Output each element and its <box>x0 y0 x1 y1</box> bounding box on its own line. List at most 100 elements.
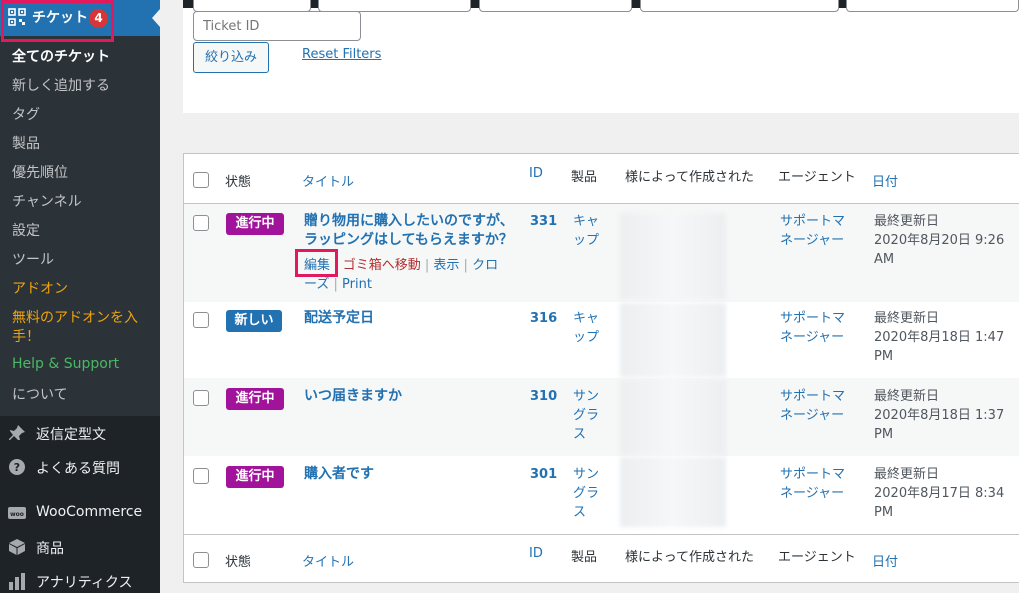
ticket-id[interactable]: 310 <box>530 389 557 404</box>
submenu-tools[interactable]: ツール <box>12 249 54 269</box>
agent-line1[interactable]: サポートマ <box>780 465 852 484</box>
agent-line2[interactable]: ネージャー <box>780 484 852 503</box>
box-icon <box>9 539 25 555</box>
date-label: 最終更新日 <box>874 214 940 229</box>
column-header-id[interactable]: ID <box>529 166 543 181</box>
action-separator: | <box>333 277 338 292</box>
product-line3[interactable]: ス <box>573 425 603 444</box>
row-checkbox[interactable] <box>193 312 209 328</box>
column-header-created-by: 様によって作成された <box>625 170 754 185</box>
submenu-free-addons-line2[interactable]: 手！ <box>12 326 40 346</box>
current-arrow <box>152 9 160 27</box>
submenu-all-tickets[interactable]: 全てのチケット <box>12 46 110 66</box>
product-line3[interactable]: ス <box>573 503 603 522</box>
edit-highlight-box <box>295 249 338 277</box>
woo-icon: woo <box>8 507 26 519</box>
row-actions-line2: ーズ | Print <box>304 275 514 294</box>
sidebar-item-products[interactable]: 商品 <box>0 530 160 564</box>
footer-header-id[interactable]: ID <box>529 546 543 561</box>
blurred-customer <box>620 213 726 299</box>
date-ampm: PM <box>874 505 894 520</box>
sidebar-item-label: よくある質問 <box>36 461 120 477</box>
product-line2[interactable]: ップ <box>573 231 603 250</box>
sidebar-item-canned-responses[interactable]: 返信定型文 <box>0 416 160 450</box>
agent-line2[interactable]: ネージャー <box>780 328 852 347</box>
filter-select[interactable] <box>479 0 632 12</box>
agent-line1[interactable]: サポートマ <box>780 309 852 328</box>
blurred-customer <box>620 303 726 377</box>
filter-select[interactable] <box>640 0 839 12</box>
ticket-title-link[interactable]: 購入者です <box>304 465 374 484</box>
highlight-box <box>1 0 114 42</box>
ticket-id[interactable]: 301 <box>530 467 557 482</box>
date-value: 2020年8月20日 9:26 <box>874 233 1005 248</box>
product-line2[interactable]: グラ <box>573 406 603 425</box>
submenu-free-addons[interactable]: 無料のアドオンを入 <box>12 307 138 327</box>
product-line2[interactable]: ップ <box>573 328 603 347</box>
ticket-id[interactable]: 331 <box>530 214 557 229</box>
column-header-agent: エージェント <box>778 170 856 185</box>
column-header-title[interactable]: タイトル <box>302 171 354 190</box>
product-line1[interactable]: キャ <box>573 212 603 231</box>
product-line1[interactable]: キャ <box>573 309 603 328</box>
submenu-priority[interactable]: 優先順位 <box>12 162 68 182</box>
row-checkbox[interactable] <box>193 468 209 484</box>
ticket-title-link[interactable]: 贈り物用に購入したいのですが、 <box>304 212 514 231</box>
view-action[interactable]: 表示 <box>433 258 459 273</box>
submenu-products[interactable]: 製品 <box>12 133 40 153</box>
close-action-line2[interactable]: ーズ <box>304 277 329 292</box>
select-all-checkbox[interactable] <box>193 172 209 188</box>
row-checkbox[interactable] <box>193 215 209 231</box>
product-line1[interactable]: サン <box>573 465 603 484</box>
agent-line2[interactable]: ネージャー <box>780 406 852 425</box>
column-header-date[interactable]: 日付 <box>872 171 898 190</box>
agent-line1[interactable]: サポートマ <box>780 212 852 231</box>
submenu-help-support[interactable]: Help & Support <box>12 356 119 372</box>
sidebar-item-label: アナリティクス <box>36 575 133 591</box>
status-badge: 進行中 <box>226 213 284 235</box>
svg-text:woo: woo <box>10 511 24 518</box>
sidebar-item-analytics[interactable]: アナリティクス <box>0 564 160 593</box>
footer-header-product: 製品 <box>571 550 598 565</box>
select-all-checkbox-footer[interactable] <box>193 552 209 568</box>
row-checkbox[interactable] <box>193 390 209 406</box>
action-separator: | <box>463 258 468 273</box>
agent-line2[interactable]: ネージャー <box>780 231 852 250</box>
reset-filters-link[interactable]: Reset Filters <box>302 47 381 62</box>
sidebar-item-label: 商品 <box>36 541 64 557</box>
product-line2[interactable]: グラ <box>573 484 603 503</box>
footer-header-date[interactable]: 日付 <box>872 551 898 570</box>
ticket-title-link-line2[interactable]: ラッピングはしてもらえますか？ <box>304 231 513 250</box>
agent-line1[interactable]: サポートマ <box>780 387 852 406</box>
ticket-id-input[interactable] <box>193 11 361 41</box>
ticket-title-link[interactable]: 配送予定日 <box>304 309 374 328</box>
footer-header-title[interactable]: タイトル <box>302 551 354 570</box>
product-line1[interactable]: サン <box>573 387 603 406</box>
question-icon: ? <box>9 459 25 475</box>
pin-icon <box>9 425 25 440</box>
blurred-customer <box>620 457 726 527</box>
sidebar-item-faq[interactable]: ? よくある質問 <box>0 450 160 484</box>
submenu-add-new[interactable]: 新しく追加する <box>12 75 110 95</box>
filter-select[interactable] <box>846 0 1019 12</box>
date-ampm: PM <box>874 349 894 364</box>
ticket-title-link[interactable]: いつ届きますか <box>304 387 402 406</box>
submenu-about[interactable]: について <box>12 384 68 404</box>
submenu-settings[interactable]: 設定 <box>12 220 40 240</box>
close-action[interactable]: クロ <box>472 258 498 273</box>
sidebar-item-woocommerce[interactable]: woo WooCommerce <box>0 496 160 530</box>
date-ampm: PM <box>874 427 894 442</box>
chart-icon <box>9 573 25 590</box>
blurred-customer <box>620 379 726 455</box>
submenu-tags[interactable]: タグ <box>12 104 40 124</box>
date-value: 2020年8月18日 1:47 <box>874 330 1005 345</box>
trash-action[interactable]: ゴミ箱へ移動 <box>343 258 421 273</box>
filter-button[interactable]: 絞り込み <box>193 42 269 73</box>
svg-text:?: ? <box>14 461 20 474</box>
submenu-addons[interactable]: アドオン <box>12 278 68 298</box>
ticket-id[interactable]: 316 <box>530 311 557 326</box>
date-value: 2020年8月17日 8:34 <box>874 486 1005 501</box>
submenu-channels[interactable]: チャンネル <box>12 191 82 211</box>
date-label: 最終更新日 <box>874 311 940 326</box>
print-action[interactable]: Print <box>342 277 372 292</box>
